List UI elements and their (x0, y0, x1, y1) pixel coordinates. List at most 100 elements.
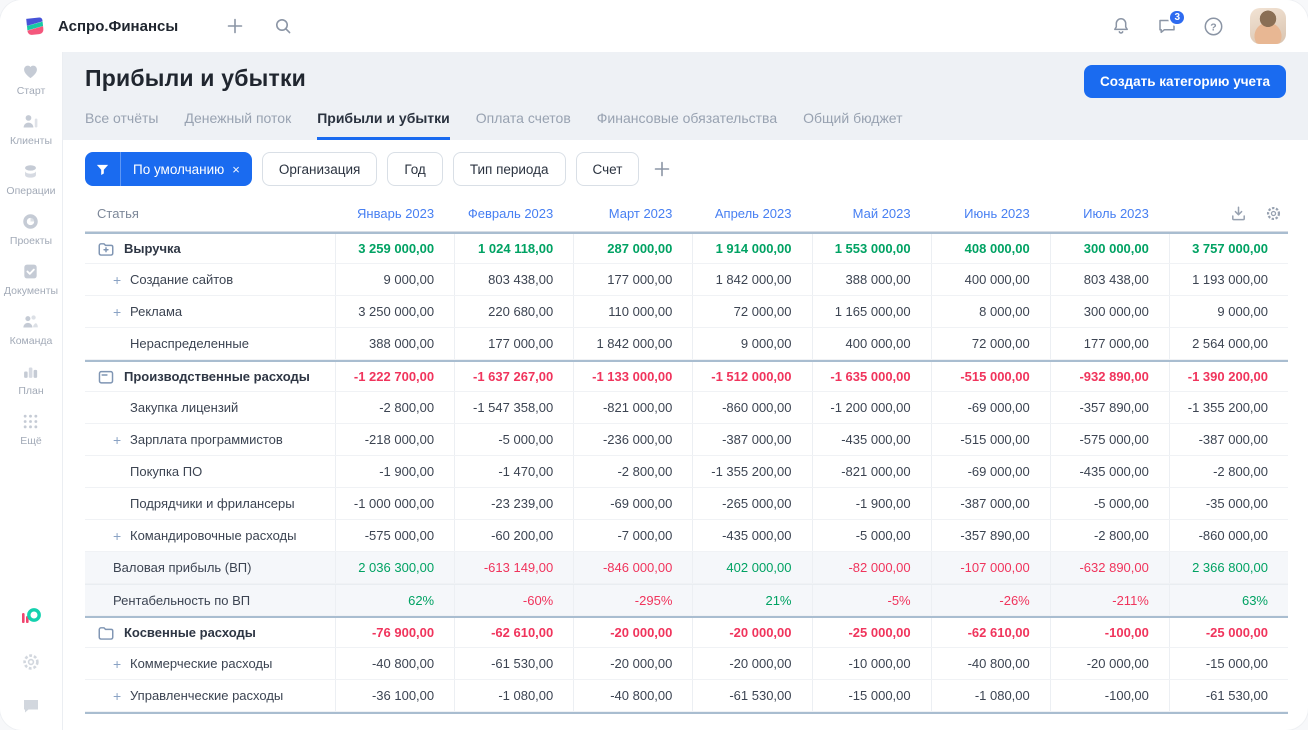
value-cell: -575 000,00 (335, 520, 454, 551)
table-row[interactable]: Покупка ПО -1 900,00 -1 470,00 -2 800,00 -1 … (85, 456, 1288, 488)
value-cell: -295% (573, 585, 692, 615)
column-header-month[interactable]: Июль 2023 (1050, 196, 1169, 231)
sidebar-item-plan[interactable]: План (18, 362, 44, 397)
value-cell: -860 000,00 (692, 392, 811, 423)
column-header-article: Статья (97, 206, 139, 221)
download-icon[interactable] (1230, 205, 1247, 222)
table-row[interactable]: Подрядчики и фрилансеры -1 000 000,00 -23 … (85, 488, 1288, 520)
aspro-logo-icon[interactable] (19, 606, 43, 628)
value-cell: 72 000,00 (930, 328, 1050, 359)
value-cell: -1 635 000,00 (811, 362, 931, 391)
row-label-cell[interactable]: Нераспределенные (85, 328, 335, 359)
doc-check-icon (21, 262, 40, 281)
row-label-cell[interactable]: Рентабельность по ВП (85, 585, 335, 615)
table-row[interactable]: + Командировочные расходы -575 000,00 -60 2… (85, 520, 1288, 552)
row-label-cell[interactable]: Подрядчики и фрилансеры (85, 488, 335, 519)
row-label-cell[interactable]: Покупка ПО (85, 456, 335, 487)
settings-gear-icon[interactable] (21, 652, 41, 672)
value-cell: -26% (930, 585, 1050, 615)
sidebar-item-projects[interactable]: Проекты (10, 212, 52, 247)
table-row[interactable]: + Реклама 3 250 000,00 220 680,00 110 000,00… (85, 296, 1288, 328)
notifications-bell-icon[interactable] (1111, 16, 1131, 36)
table-settings-gear-icon[interactable] (1265, 205, 1282, 222)
table-row[interactable]: + Зарплата программистов -218 000,00 -5 000… (85, 424, 1288, 456)
column-header-month[interactable]: Июнь 2023 (931, 196, 1050, 231)
remove-filter-icon[interactable]: × (232, 162, 252, 177)
row-label-cell[interactable]: + Командировочные расходы (85, 520, 335, 551)
row-label-cell[interactable]: + Создание сайтов (85, 264, 335, 295)
expand-plus-icon[interactable]: + (113, 432, 130, 448)
table-row[interactable]: + Управленческие расходы -36 100,00 -1 080,… (85, 680, 1288, 712)
tab-4[interactable]: Оплата счетов (476, 110, 571, 140)
sidebar-item-team[interactable]: Команда (10, 312, 52, 347)
sidebar-item-documents[interactable]: Документы (4, 262, 58, 297)
table-row[interactable]: + Создание сайтов 9 000,00 803 438,00 177 00… (85, 264, 1288, 296)
column-header-month[interactable]: Май 2023 (812, 196, 931, 231)
expand-plus-icon[interactable]: + (113, 688, 130, 704)
add-filter-icon[interactable] (653, 160, 671, 178)
value-cell: -60% (454, 585, 573, 615)
column-header-month[interactable]: Апрель 2023 (692, 196, 811, 231)
value-cell: 2 036 300,00 (335, 552, 454, 583)
value-cell: 388 000,00 (335, 328, 454, 359)
row-label-cell[interactable]: + Коммерческие расходы (85, 648, 335, 679)
folder-plus-icon[interactable] (97, 240, 115, 258)
tab-6[interactable]: Общий бюджет (803, 110, 902, 140)
row-label-cell[interactable]: + Реклама (85, 296, 335, 327)
folder-minus-icon[interactable] (97, 368, 115, 386)
messages-chat-icon[interactable]: 3 (1157, 9, 1186, 36)
row-label-cell[interactable]: Выручка (85, 234, 335, 263)
filter-chips: Организация Год Тип периода Счет (261, 152, 640, 186)
search-icon[interactable] (274, 17, 292, 35)
help-icon[interactable]: ? (1203, 16, 1224, 37)
row-label-cell[interactable]: + Управленческие расходы (85, 680, 335, 711)
sidebar-item-more[interactable]: Ещё (20, 412, 42, 447)
row-label-cell[interactable]: Косвенные расходы (85, 618, 335, 647)
table-row[interactable]: Выручка 3 259 000,00 1 024 118,00 287 000,0… (85, 232, 1288, 264)
table-row[interactable]: Производственные расходы -1 222 700,00 -1 … (85, 360, 1288, 392)
expand-plus-icon[interactable]: + (113, 304, 130, 320)
row-label-cell[interactable]: Закупка лицензий (85, 392, 335, 423)
table-row[interactable]: + Коммерческие расходы -40 800,00 -61 530,0… (85, 648, 1288, 680)
filter-chip[interactable]: Тип периода (452, 152, 566, 186)
filter-chip[interactable]: Организация (261, 152, 378, 186)
value-cell: -23 239,00 (454, 488, 573, 519)
table-row[interactable]: Рентабельность по ВП 62% -60% -295% 21% -5% -2… (85, 584, 1288, 616)
active-filter-pill[interactable]: По умолчанию × (85, 152, 252, 186)
expand-plus-icon[interactable]: + (113, 272, 130, 288)
table-row[interactable]: Нераспределенные 388 000,00 177 000,00 1 84… (85, 328, 1288, 360)
expand-plus-icon[interactable]: + (113, 528, 130, 544)
create-plus-icon[interactable] (226, 17, 244, 35)
filter-funnel-icon[interactable] (85, 152, 121, 186)
create-category-button[interactable]: Создать категорию учета (1084, 65, 1286, 98)
tab-5[interactable]: Финансовые обязательства (597, 110, 777, 140)
sidebar-item-start[interactable]: Старт (17, 62, 45, 97)
user-avatar[interactable] (1250, 8, 1286, 44)
app-window: Аспро.Финансы 3 ? Старт Клиенты Операции Пр… (0, 0, 1308, 730)
svg-text:?: ? (1210, 21, 1216, 33)
tab-1[interactable]: Все отчёты (85, 110, 158, 140)
value-cell: 300 000,00 (1049, 296, 1169, 327)
row-label-cell[interactable]: Валовая прибыль (ВП) (85, 552, 335, 583)
support-chat-icon[interactable] (21, 696, 41, 716)
column-header-month[interactable]: Январь 2023 (335, 196, 454, 231)
column-header-month[interactable]: Март 2023 (573, 196, 692, 231)
filter-chip[interactable]: Год (387, 152, 443, 186)
tab-3[interactable]: Прибыли и убытки (317, 110, 450, 140)
table-row[interactable]: Закупка лицензий -2 800,00 -1 547 358,00 -8… (85, 392, 1288, 424)
value-cell: -15 000,00 (811, 680, 931, 711)
value-cell: -236 000,00 (573, 424, 692, 455)
row-label-cell[interactable]: Производственные расходы (85, 362, 335, 391)
table-row[interactable]: Косвенные расходы -76 900,00 -62 610,00 -20… (85, 616, 1288, 648)
table-row[interactable]: Валовая прибыль (ВП) 2 036 300,00 -613 149… (85, 552, 1288, 584)
sidebar-item-operations[interactable]: Операции (6, 162, 56, 197)
value-cell: -932 890,00 (1049, 362, 1169, 391)
row-label-cell[interactable]: + Зарплата программистов (85, 424, 335, 455)
filter-chip[interactable]: Счет (575, 152, 640, 186)
value-cell: -5 000,00 (811, 520, 931, 551)
sidebar-item-clients[interactable]: Клиенты (10, 112, 52, 147)
column-header-month[interactable]: Февраль 2023 (454, 196, 573, 231)
folder-icon[interactable] (97, 624, 115, 642)
expand-plus-icon[interactable]: + (113, 656, 130, 672)
tab-2[interactable]: Денежный поток (184, 110, 291, 140)
